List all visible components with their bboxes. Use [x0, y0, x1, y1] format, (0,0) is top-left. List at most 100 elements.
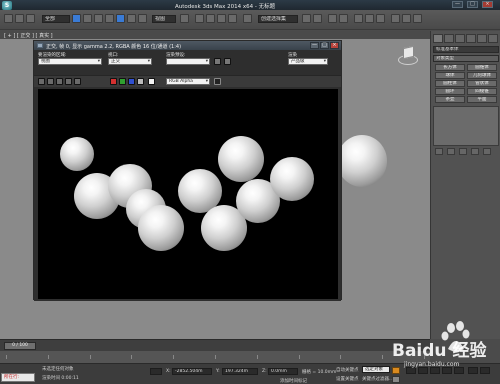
window-crossing-icon[interactable] [105, 14, 114, 23]
app-logo-icon[interactable]: S [2, 1, 12, 10]
cylinder-button[interactable]: 圆柱体 [435, 80, 465, 87]
go-to-end-icon[interactable] [454, 367, 464, 374]
viewport-label[interactable]: [ + ] [ 正交 ] [ 真实 ] [4, 32, 53, 39]
object-type-rollout[interactable]: 对象类型 [433, 55, 499, 62]
create-tab-icon[interactable] [433, 34, 443, 43]
next-frame-icon[interactable] [442, 367, 452, 374]
align-icon[interactable] [313, 14, 322, 23]
remove-modifier-icon[interactable] [471, 148, 479, 155]
configure-modifiers-icon[interactable] [483, 148, 491, 155]
render-setup-icon[interactable] [391, 14, 400, 23]
key-filters-button[interactable]: 关键点过滤器... [362, 376, 393, 382]
blue-channel-icon[interactable] [128, 78, 135, 85]
snap-icon[interactable] [195, 14, 204, 23]
reference-coordinate-dropdown[interactable]: 视图 [152, 15, 176, 23]
maximize-button[interactable]: □ [467, 1, 478, 8]
selection-filter-dropdown[interactable]: 全部 [42, 15, 70, 23]
monochrome-icon[interactable] [148, 78, 155, 85]
curve-editor-icon[interactable] [354, 14, 363, 23]
select-by-name-icon[interactable] [83, 14, 92, 23]
make-unique-icon[interactable] [459, 148, 467, 155]
region-select-icon[interactable] [94, 14, 103, 23]
x-coordinate-field[interactable]: -2852.504m [172, 368, 212, 375]
area-to-render-dropdown[interactable]: 视图 ▾ [38, 58, 102, 65]
viewcube-cube-icon[interactable] [403, 45, 414, 60]
clone-window-icon[interactable] [56, 78, 63, 85]
clear-icon[interactable] [74, 78, 81, 85]
select-object-icon[interactable] [72, 14, 81, 23]
pivot-center-icon[interactable] [180, 14, 189, 23]
set-key-button[interactable] [392, 376, 400, 383]
render-setup-icon[interactable] [214, 58, 221, 65]
schematic-view-icon[interactable] [365, 14, 374, 23]
close-button[interactable]: × [482, 1, 493, 8]
material-editor-icon[interactable] [376, 14, 385, 23]
angle-snap-icon[interactable] [206, 14, 215, 23]
pyramid-button[interactable]: 四棱锥 [467, 88, 497, 95]
lock-selection-icon[interactable] [150, 368, 162, 375]
motion-tab-icon[interactable] [466, 34, 476, 43]
mirror-icon[interactable] [302, 14, 311, 23]
time-slider-handle[interactable]: 0 / 100 [4, 342, 36, 350]
graphite-tools-icon[interactable] [339, 14, 348, 23]
tube-button[interactable]: 管状体 [467, 80, 497, 87]
percent-snap-icon[interactable] [217, 14, 226, 23]
edit-named-selection-icon[interactable] [243, 14, 252, 23]
viewcube[interactable] [398, 45, 418, 67]
rendered-frame-window-icon[interactable] [402, 14, 411, 23]
track-bar[interactable] [0, 351, 430, 363]
primitive-type-dropdown[interactable]: 标准基本体 [433, 46, 499, 53]
teapot-button[interactable]: 茶壶 [435, 96, 465, 103]
time-slider[interactable]: 0 / 100 [0, 339, 430, 351]
display-tab-icon[interactable] [477, 34, 487, 43]
selected-object-dropdown[interactable]: 选定对象 [362, 366, 390, 373]
scale-icon[interactable] [138, 14, 147, 23]
save-image-icon[interactable] [38, 78, 45, 85]
add-time-tag[interactable]: 添加时间标记 [280, 378, 307, 384]
utilities-tab-icon[interactable] [488, 34, 498, 43]
sphere-button[interactable]: 球体 [435, 72, 465, 79]
pin-stack-icon[interactable] [435, 148, 443, 155]
render-mode-dropdown[interactable]: 产品级 ▾ [288, 58, 328, 65]
previous-frame-icon[interactable] [418, 367, 428, 374]
sphere-in-viewport[interactable] [337, 135, 387, 187]
frame-close-button[interactable]: × [330, 42, 339, 49]
cone-button[interactable]: 圆锥体 [467, 64, 497, 71]
red-channel-icon[interactable] [110, 78, 117, 85]
frame-window-titlebar[interactable]: 正交, 帧 0, 显示 gamma 2.2, RGBA 颜色 16 位/通道 (… [34, 41, 341, 50]
layer-manager-icon[interactable] [328, 14, 337, 23]
green-channel-icon[interactable] [119, 78, 126, 85]
geosphere-button[interactable]: 几何球体 [467, 72, 497, 79]
rotate-icon[interactable] [127, 14, 136, 23]
named-selection-dropdown[interactable]: 创建选择集 [258, 15, 298, 23]
minimize-button[interactable]: — [452, 1, 463, 8]
render-production-icon[interactable] [413, 14, 422, 23]
spinner-snap-icon[interactable] [228, 14, 237, 23]
link-icon[interactable] [26, 14, 35, 23]
maxscript-listener-field[interactable]: 所在行: [1, 373, 35, 382]
viewport-dropdown[interactable]: 正交 ▾ [108, 58, 152, 65]
environment-icon[interactable] [224, 58, 231, 65]
frame-maximize-button[interactable]: □ [320, 42, 329, 49]
zoom-icon[interactable] [468, 367, 478, 374]
move-icon[interactable] [116, 14, 125, 23]
copy-image-icon[interactable] [47, 78, 54, 85]
plane-button[interactable]: 平面 [467, 96, 497, 103]
print-icon[interactable] [65, 78, 72, 85]
redo-icon[interactable] [15, 14, 24, 23]
modify-tab-icon[interactable] [444, 34, 454, 43]
alpha-channel-icon[interactable] [137, 78, 144, 85]
auto-key-button[interactable] [392, 367, 400, 374]
play-icon[interactable] [430, 367, 440, 374]
channel-display-dropdown[interactable]: RGB Alpha ▾ [166, 78, 210, 85]
box-button[interactable]: 长方体 [435, 64, 465, 71]
frame-minimize-button[interactable]: — [310, 42, 319, 49]
hierarchy-tab-icon[interactable] [455, 34, 465, 43]
render-preset-dropdown[interactable]: ▾ [166, 58, 210, 65]
color-swatch-icon[interactable] [214, 78, 221, 85]
pan-icon[interactable] [480, 367, 490, 374]
z-coordinate-field[interactable]: 0.0mm [268, 368, 298, 375]
y-coordinate-field[interactable]: 197.324m [222, 368, 258, 375]
show-end-result-icon[interactable] [447, 148, 455, 155]
go-to-start-icon[interactable] [406, 367, 416, 374]
